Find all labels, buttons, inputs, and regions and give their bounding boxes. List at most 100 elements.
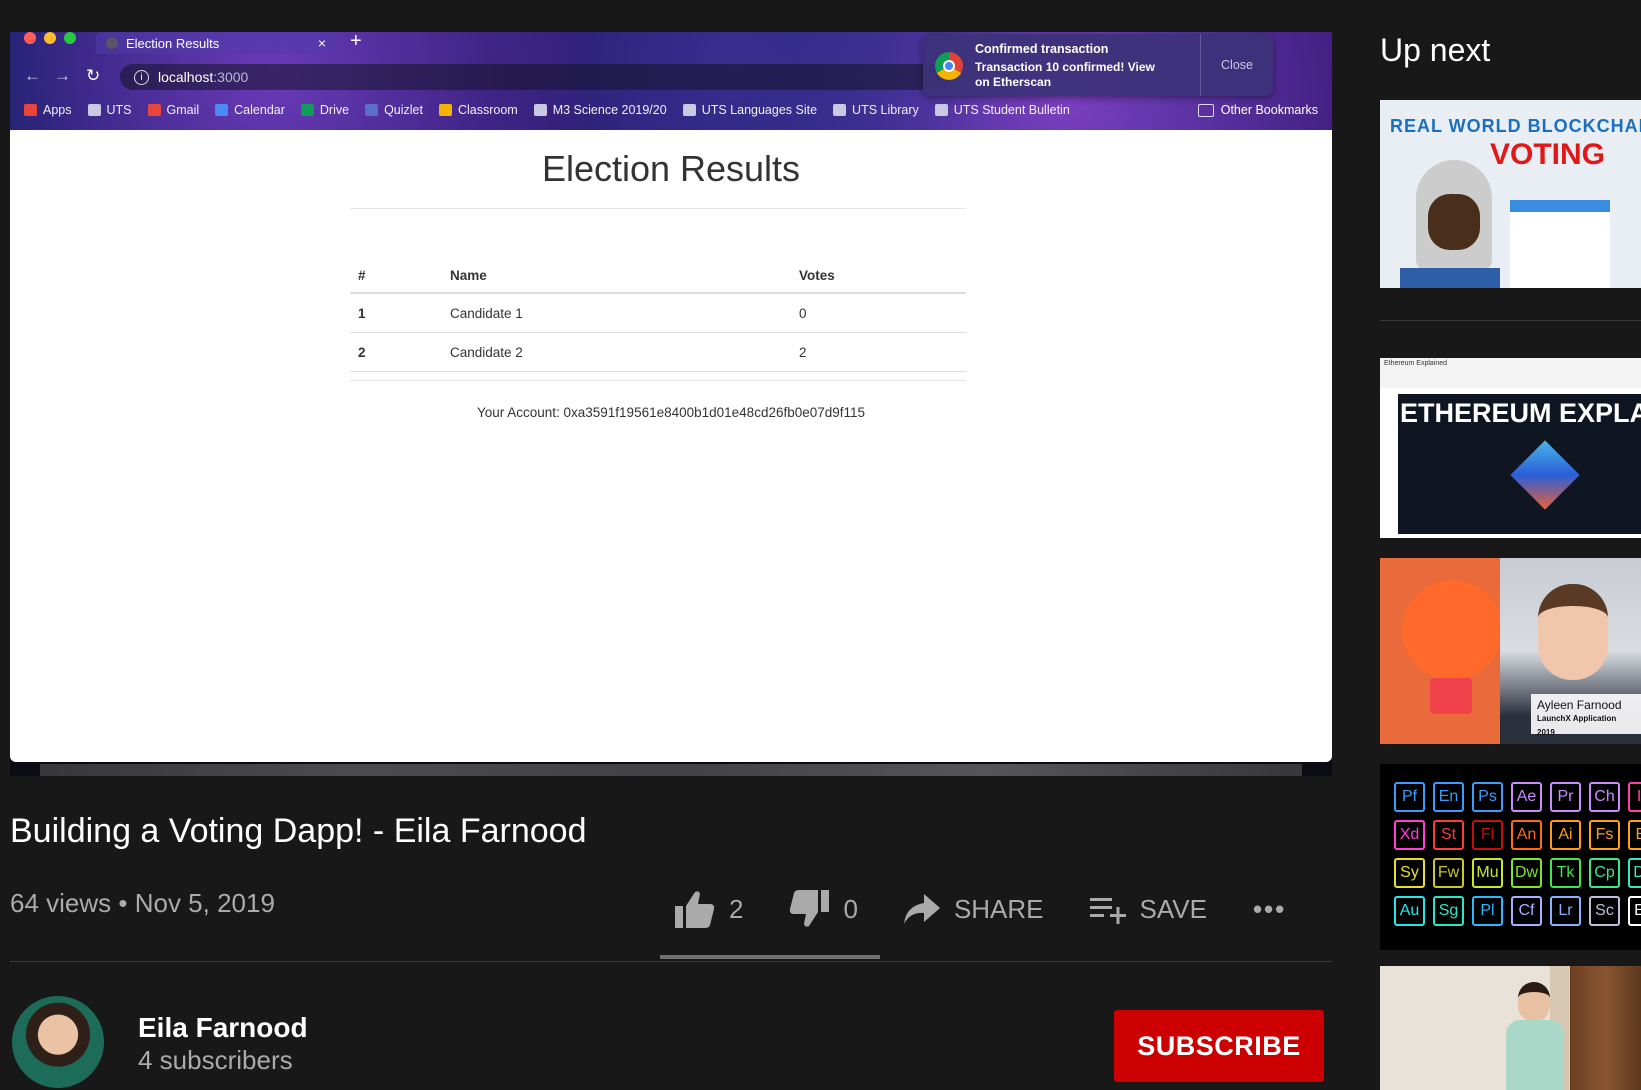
notification-body: Transaction 10 confirmed! View on Ethers… — [975, 60, 1155, 89]
video-actions: 2 0 SHARE SAVE ••• — [675, 884, 1286, 934]
bookmark-icon — [215, 104, 229, 116]
dapp-page: Election Results # Name Votes 1 Candidat… — [10, 130, 1332, 762]
other-bookmarks: Other Bookmarks — [1197, 98, 1318, 122]
bookmark-item: Calendar — [215, 103, 285, 117]
app-tile-icon: Pl — [1472, 896, 1503, 926]
app-tile-icon: Sc — [1589, 896, 1620, 926]
table-row: 1 Candidate 1 0 — [350, 293, 966, 333]
up-next-thumbnail[interactable]: Ethereum Explained ETHEREUM EXPLAINED — [1380, 358, 1641, 538]
app-tile-icon: St — [1433, 820, 1464, 850]
bookmark-label: Apps — [43, 103, 72, 117]
bookmark-label: UTS Library — [852, 103, 919, 117]
bookmark-label: Classroom — [457, 103, 518, 117]
app-tile-icon: Ae — [1511, 782, 1542, 812]
caption-sub: LaunchX Application 2019 — [1537, 714, 1617, 737]
dislike-button[interactable]: 0 — [789, 890, 858, 928]
bookmark-label: Gmail — [166, 103, 200, 117]
up-next-thumbnail[interactable]: Pf En Ps Ae Pr Ch Id Xd St Fl An Ai Fs Br Sy Fw Mu Dw Tk Cp… — [1380, 764, 1641, 950]
channel-name[interactable]: Eila Farnood — [138, 1012, 308, 1044]
judge-illustration — [1416, 160, 1492, 270]
mac-dock — [40, 764, 1302, 776]
app-tile-icon: An — [1511, 820, 1542, 850]
more-icon: ••• — [1252, 893, 1287, 924]
app-tile-icon: Lr — [1550, 896, 1581, 926]
like-count: 2 — [729, 893, 744, 924]
bookmark-label: Calendar — [234, 103, 285, 117]
thumbs-up-icon — [675, 891, 715, 928]
bookmark-item: UTS — [87, 103, 132, 117]
column-header: # — [350, 258, 442, 294]
bookmark-label: UTS — [106, 103, 132, 117]
app-tile-icon: Fw — [1433, 858, 1464, 888]
bookmark-item: Apps — [24, 103, 72, 117]
share-icon — [903, 894, 940, 924]
video-meta: 64 views • Nov 5, 2019 — [10, 888, 275, 919]
maximize-window-dot — [64, 32, 76, 44]
notification-close-button: Close — [1200, 34, 1273, 96]
up-next-thumbnail[interactable] — [1380, 966, 1641, 1090]
candidate-votes: 2 — [791, 332, 966, 372]
address-bar: i localhost:3000 — [120, 64, 950, 90]
app-tile-icon: Ex — [1628, 896, 1641, 926]
bookmark-item: Quizlet — [365, 103, 423, 117]
app-tile-icon: Dn — [1628, 858, 1641, 888]
bookmark-icon — [833, 104, 847, 116]
table-header-row: # Name Votes — [350, 258, 966, 294]
view-count: 64 views — [10, 888, 112, 918]
video-player[interactable]: Election Results × + ← → ↻ i localhost:3… — [10, 32, 1332, 776]
thumbs-down-icon — [790, 890, 830, 927]
back-arrow-icon: ← — [24, 66, 41, 85]
save-button[interactable]: SAVE — [1089, 894, 1207, 925]
app-tile-icon: Pf — [1394, 782, 1425, 812]
like-button[interactable]: 2 — [675, 890, 743, 928]
app-tile-icon: Tk — [1550, 858, 1581, 888]
avatar[interactable] — [12, 996, 104, 1088]
thumbnail-text: REAL WORLD BLOCKCHAIN — [1390, 116, 1641, 136]
bookmark-item: UTS Languages Site — [682, 103, 817, 117]
app-tile-icon: Xd — [1394, 820, 1425, 850]
candidate-id: 1 — [350, 293, 442, 333]
playlist-add-icon — [1089, 898, 1126, 924]
bookmark-icon — [87, 104, 101, 116]
bookmark-icon — [934, 104, 948, 116]
dislike-count: 0 — [843, 893, 858, 924]
app-tile-icon: Au — [1394, 896, 1425, 926]
bookmarks-bar: Apps UTS Gmail Calendar Drive Quizlet Classroo… — [24, 98, 1324, 122]
other-bookmarks-label: Other Bookmarks — [1220, 103, 1318, 117]
up-next-thumbnail[interactable]: REAL WORLD BLOCKCHAIN VOTING — [1380, 100, 1641, 288]
app-tile-icon: Ps — [1472, 782, 1503, 812]
meta-separator: • — [118, 888, 135, 918]
shirt-illustration — [1400, 268, 1500, 288]
tab-title: Election Results — [126, 35, 220, 51]
share-button[interactable]: SHARE — [903, 894, 1044, 925]
bookmark-item: Classroom — [438, 103, 518, 117]
account-address: Your Account: 0xa3591f19561e8400b1d01e48… — [476, 405, 866, 420]
app-tile-icon: Br — [1628, 820, 1641, 850]
chrome-notification: Confirmed transaction Transaction 10 con… — [923, 34, 1273, 96]
video-title: Building a Voting Dapp! - Eila Farnood — [10, 812, 587, 850]
close-window-dot — [24, 32, 36, 44]
url-host: localhost — [158, 69, 214, 85]
lightbulb-icon — [1402, 580, 1502, 680]
close-icon: × — [317, 35, 326, 51]
bookmark-icon — [147, 104, 161, 116]
person-photo — [1500, 982, 1570, 1090]
app-tile-icon: Fl — [1472, 820, 1503, 850]
subscribe-button[interactable]: SUBSCRIBE — [1114, 1010, 1324, 1082]
bookmark-item: Drive — [300, 103, 350, 117]
more-actions-button[interactable]: ••• — [1253, 894, 1286, 925]
upload-date: Nov 5, 2019 — [134, 888, 275, 918]
bookmark-label: UTS Student Bulletin — [953, 103, 1070, 117]
up-next-thumbnail[interactable]: Ayleen Farnood LaunchX Application 2019 — [1380, 558, 1641, 744]
bookmark-label: Drive — [319, 103, 350, 117]
app-tile-icon: Ai — [1550, 820, 1581, 850]
results-table: # Name Votes 1 Candidate 1 0 2 Candidate… — [350, 258, 966, 372]
reload-icon: ↻ — [86, 66, 101, 85]
page-title: Election Results — [541, 148, 801, 189]
bookmark-icon — [300, 104, 314, 116]
divider — [350, 380, 966, 381]
app-tile-icon: Fs — [1589, 820, 1620, 850]
browser-tab: Election Results × — [96, 32, 336, 54]
url-port: :3000 — [213, 69, 249, 85]
bookmark-icon — [438, 104, 452, 116]
